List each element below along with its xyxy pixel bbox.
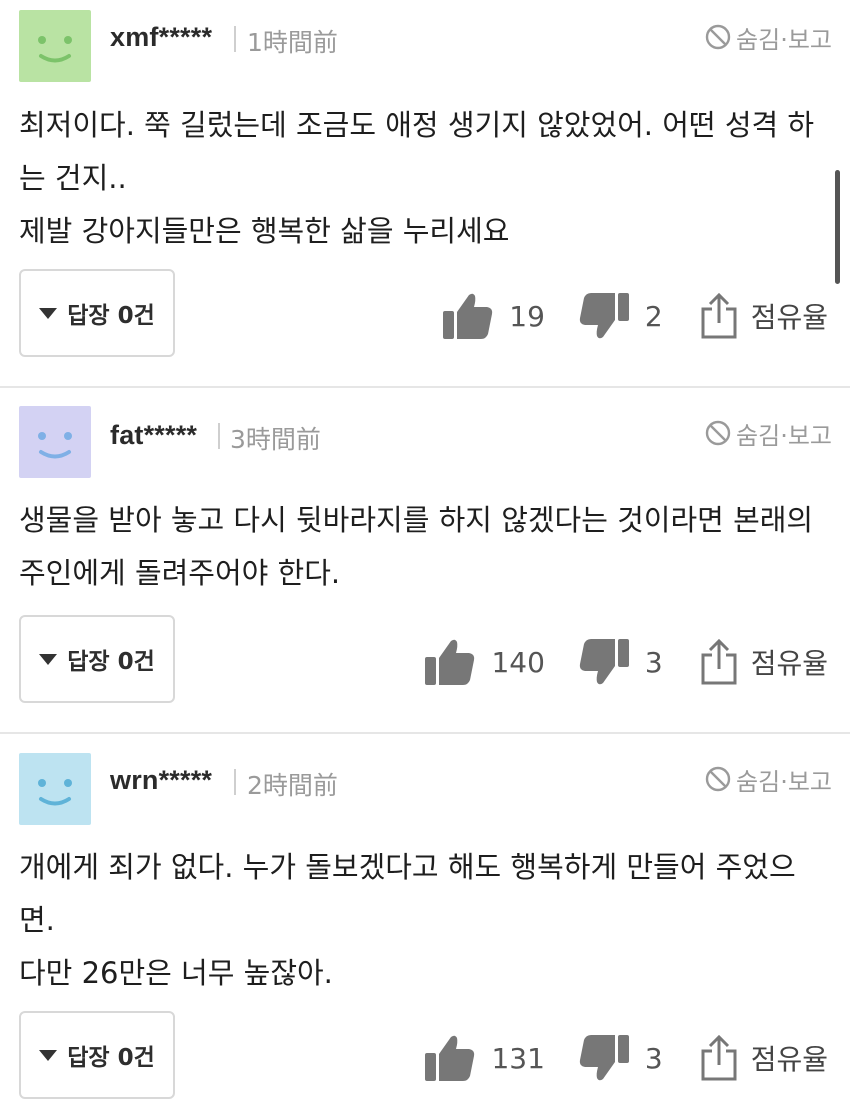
thumbs-down-icon	[579, 639, 629, 685]
reply-count-label: 답장 0건	[67, 1045, 155, 1071]
thumbs-down-icon	[579, 1035, 629, 1081]
divider	[0, 732, 850, 734]
reply-count-label: 답장 0건	[67, 649, 155, 675]
caret-down-icon	[39, 653, 58, 665]
separator	[234, 769, 236, 795]
avatar	[19, 406, 91, 478]
dislike-button[interactable]: 3	[577, 635, 699, 689]
like-count: 140	[491, 645, 545, 679]
comment-actions: 131 3 점유율	[423, 1028, 828, 1088]
share-icon	[701, 1034, 737, 1081]
hide-report-label: 숨김·보고	[736, 25, 832, 54]
hide-report-link[interactable]: 숨김·보고	[704, 20, 832, 54]
comment-list: xmf***** 1時間前 숨김·보고 최저이다. 쭉 길렀는데 조금도 애정 …	[0, 0, 850, 1104]
separator	[234, 26, 236, 52]
avatar	[19, 753, 91, 825]
scrollbar-thumb[interactable]	[835, 170, 840, 284]
caret-down-icon	[39, 1049, 58, 1061]
username[interactable]: fat*****	[110, 420, 197, 451]
share-button[interactable]: 점유율	[699, 291, 828, 341]
share-button[interactable]: 점유율	[699, 1033, 828, 1083]
avatar	[19, 10, 91, 82]
hide-report-link[interactable]: 숨김·보고	[704, 762, 832, 796]
reply-count-label: 답장 0건	[67, 303, 155, 329]
comment-body: 최저이다. 쭉 길렀는데 조금도 애정 생기지 않았었어. 어떤 성격 하는 건…	[19, 108, 815, 248]
like-button[interactable]: 19	[441, 289, 577, 343]
comment-actions: 19 2 점유율	[441, 286, 828, 346]
smiley-face-icon	[38, 779, 72, 806]
username[interactable]: xmf*****	[110, 22, 212, 53]
thumbs-up-icon	[425, 639, 475, 685]
timestamp: 2時間前	[247, 771, 338, 800]
like-count: 19	[509, 299, 545, 333]
hide-report-link[interactable]: 숨김·보고	[704, 416, 832, 450]
username[interactable]: wrn*****	[110, 765, 212, 796]
reply-toggle-button[interactable]: 답장 0건	[19, 269, 175, 357]
comment-actions: 140 3 점유율	[423, 632, 828, 692]
thumbs-up-icon	[443, 293, 493, 339]
hide-report-label: 숨김·보고	[736, 767, 832, 796]
reply-toggle-button[interactable]: 답장 0건	[19, 615, 175, 703]
comment-body: 생물을 받아 놓고 다시 뒷바라지를 하지 않겠다는 것이라면 본래의 주인에게…	[19, 503, 814, 590]
block-icon	[705, 24, 731, 50]
hide-report-label: 숨김·보고	[736, 421, 832, 450]
caret-down-icon	[39, 307, 58, 319]
share-button[interactable]: 점유율	[699, 637, 828, 687]
thumbs-down-icon	[579, 293, 629, 339]
block-icon	[705, 766, 731, 792]
dislike-count: 2	[644, 299, 663, 333]
dislike-button[interactable]: 3	[577, 1031, 699, 1085]
dislike-count: 3	[644, 1041, 663, 1075]
block-icon	[705, 420, 731, 446]
share-label: 점유율	[750, 1043, 828, 1076]
divider	[0, 386, 850, 388]
comment-body: 개에게 죄가 없다. 누가 돌보겠다고 해도 행복하게 만들어 주었으면. 다만…	[19, 850, 796, 990]
like-button[interactable]: 140	[423, 635, 576, 689]
share-label: 점유율	[750, 301, 828, 334]
timestamp: 1時間前	[247, 28, 338, 57]
smiley-face-icon	[38, 36, 72, 63]
share-label: 점유율	[750, 647, 828, 680]
like-count: 131	[491, 1041, 545, 1075]
dislike-count: 3	[644, 645, 663, 679]
separator	[218, 423, 220, 449]
reply-toggle-button[interactable]: 답장 0건	[19, 1011, 175, 1099]
smiley-face-icon	[38, 432, 72, 459]
thumbs-up-icon	[425, 1035, 475, 1081]
share-icon	[701, 638, 737, 685]
share-icon	[701, 292, 737, 339]
dislike-button[interactable]: 2	[577, 289, 699, 343]
like-button[interactable]: 131	[423, 1031, 576, 1085]
timestamp: 3時間前	[230, 425, 321, 454]
